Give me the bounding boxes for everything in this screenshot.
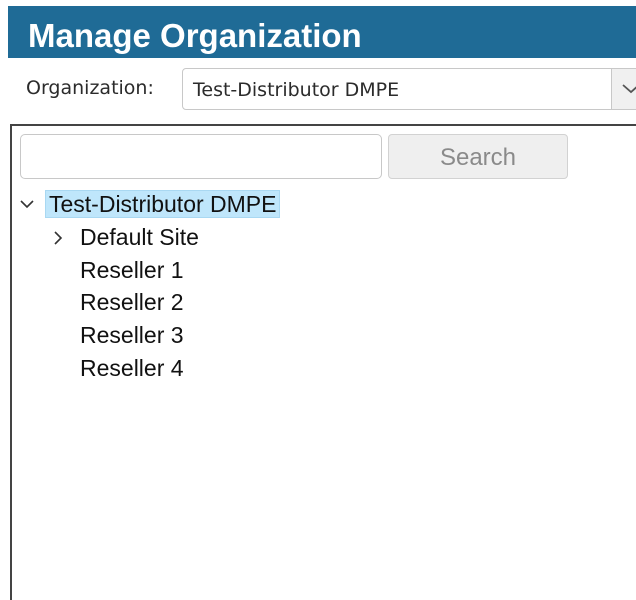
tree-node-label[interactable]: Reseller 4 — [80, 355, 184, 381]
search-button[interactable]: Search — [388, 134, 568, 179]
search-input[interactable] — [20, 134, 382, 179]
tree-node-reseller-2[interactable]: Reseller 2 — [80, 289, 280, 317]
chevron-down-icon[interactable] — [19, 199, 35, 209]
tree-node-label[interactable]: Reseller 1 — [80, 257, 184, 283]
tree-node-reseller-3[interactable]: Reseller 3 — [80, 322, 280, 350]
tree-node-label[interactable]: Reseller 2 — [80, 289, 184, 315]
tree-node-label[interactable]: Default Site — [80, 224, 199, 250]
tree-node-label[interactable]: Reseller 3 — [80, 322, 184, 348]
organization-select[interactable]: Test-Distributor DMPE — [182, 68, 636, 110]
chevron-down-icon — [622, 84, 636, 94]
tree-node-root-label[interactable]: Test-Distributor DMPE — [45, 190, 281, 218]
page-title: Manage Organization — [28, 17, 362, 54]
search-button-label: Search — [439, 144, 517, 171]
tree-node-reseller-4[interactable]: Reseller 4 — [80, 355, 280, 383]
organization-label: Organization: — [26, 77, 154, 99]
dropdown-arrow-button[interactable] — [611, 69, 636, 109]
chevron-right-icon[interactable] — [53, 230, 63, 246]
tree-node-default-site[interactable]: Default Site — [50, 224, 250, 252]
organization-select-value: Test-Distributor DMPE — [193, 79, 400, 101]
page-header: Manage Organization — [8, 6, 636, 58]
tree-node-reseller-1[interactable]: Reseller 1 — [80, 257, 280, 285]
